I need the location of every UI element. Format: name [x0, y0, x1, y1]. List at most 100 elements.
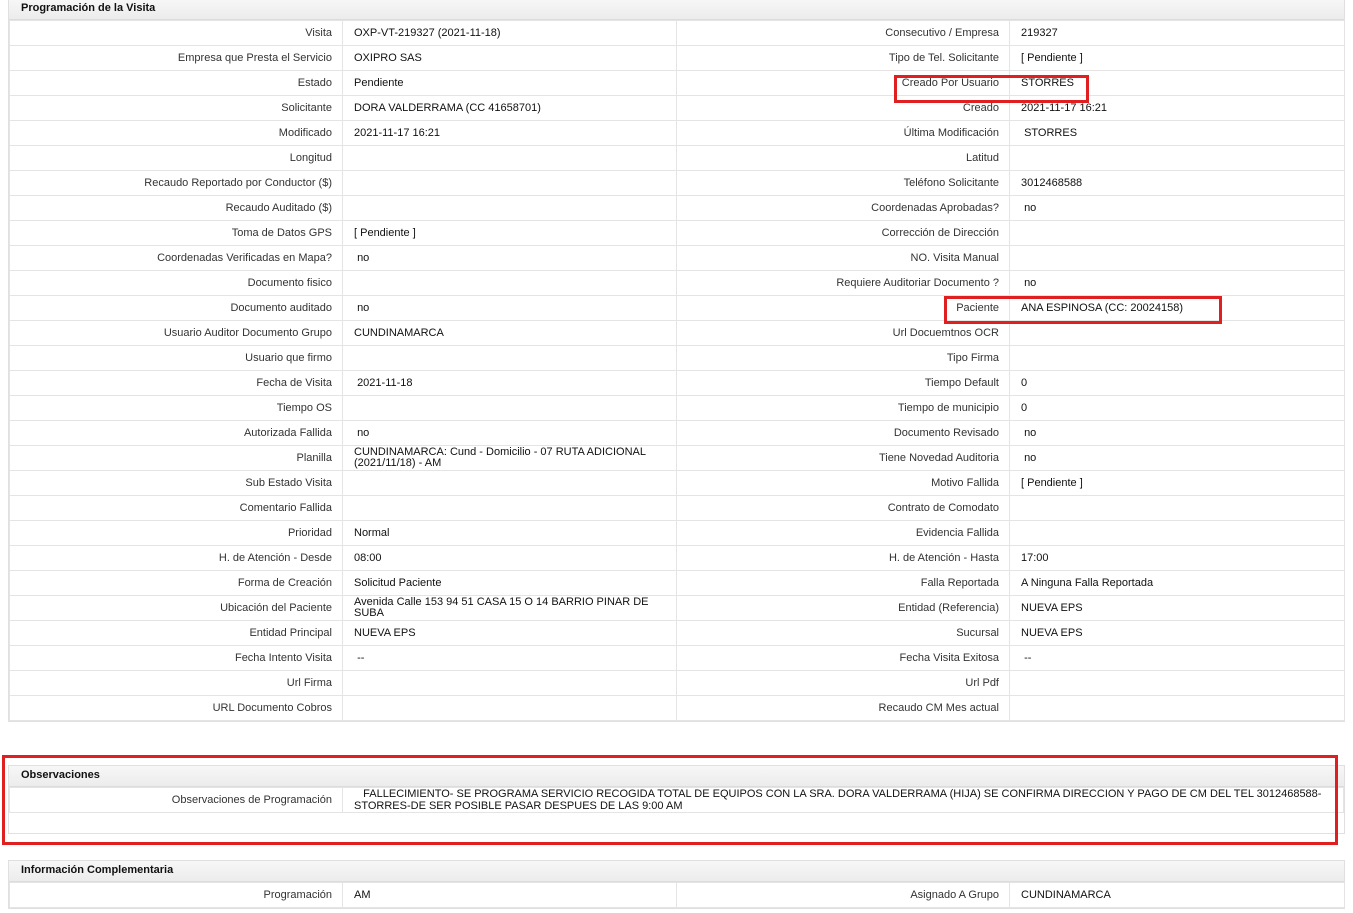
field-value	[342, 345, 677, 371]
table-row: Prioridad Normal Evidencia Fallida	[9, 520, 1345, 546]
observaciones-panel: Observaciones Observaciones de Programac…	[8, 765, 1345, 834]
field-label: Comentario Fallida	[9, 495, 343, 521]
field-label: Contrato de Comodato	[676, 495, 1010, 521]
field-label: Falla Reportada	[676, 570, 1010, 596]
table-row: Fecha Intento Visita -- Fecha Visita Exit…	[9, 645, 1345, 671]
observaciones-label: Observaciones de Programación	[9, 787, 343, 813]
field-value	[342, 145, 677, 171]
field-label: Última Modificación	[676, 120, 1010, 146]
field-value: CUNDINAMARCA	[1009, 882, 1345, 908]
field-value: OXP-VT-219327 (2021-11-18)	[342, 20, 677, 46]
field-value	[1009, 695, 1345, 721]
field-value: 2021-11-18	[342, 370, 677, 396]
field-label: Recaudo Auditado ($)	[9, 195, 343, 221]
field-label: Creado Por Usuario	[676, 70, 1010, 96]
field-label: Tiempo Default	[676, 370, 1010, 396]
field-label: Entidad (Referencia)	[676, 595, 1010, 621]
field-label: Coordenadas Aprobadas?	[676, 195, 1010, 221]
field-label: Recaudo CM Mes actual	[676, 695, 1010, 721]
field-value: Avenida Calle 153 94 51 CASA 15 O 14 BAR…	[342, 595, 677, 621]
field-value: 08:00	[342, 545, 677, 571]
field-label: Sub Estado Visita	[9, 470, 343, 496]
info-complementaria-panel: Información Complementaria Programación A…	[8, 860, 1345, 909]
field-value: [ Pendiente ]	[1009, 470, 1345, 496]
field-value	[342, 670, 677, 696]
field-label: Motivo Fallida	[676, 470, 1010, 496]
field-label: Fecha Intento Visita	[9, 645, 343, 671]
table-row: Recaudo Auditado ($) Coordenadas Aprobada…	[9, 195, 1345, 221]
field-label: Consecutivo / Empresa	[676, 20, 1010, 46]
field-label: Documento Revisado	[676, 420, 1010, 446]
observaciones-value: FALLECIMIENTO- SE PROGRAMA SERVICIO RECO…	[342, 787, 1344, 813]
field-value	[342, 170, 677, 196]
field-label: Tiene Novedad Auditoria	[676, 445, 1010, 471]
field-label: Ubicación del Paciente	[9, 595, 343, 621]
table-row: Longitud Latitud	[9, 145, 1345, 171]
field-value: Pendiente	[342, 70, 677, 96]
field-value: 219327	[1009, 20, 1345, 46]
field-value: 17:00	[1009, 545, 1345, 571]
observaciones-text: FALLECIMIENTO- SE PROGRAMA SERVICIO RECO…	[354, 788, 1325, 812]
table-row: Sub Estado Visita Motivo Fallida[ Pendien…	[9, 470, 1345, 496]
info-complementaria-title: Información Complementaria	[9, 861, 1344, 882]
field-value	[1009, 320, 1345, 346]
field-label: Teléfono Solicitante	[676, 170, 1010, 196]
field-value	[342, 495, 677, 521]
field-label: Requiere Auditoriar Documento ?	[676, 270, 1010, 296]
table-row: Autorizada Fallida no Documento Revisado …	[9, 420, 1345, 446]
table-row: Comentario Fallida Contrato de Comodato	[9, 495, 1345, 521]
field-value: 0	[1009, 370, 1345, 396]
field-value	[342, 470, 677, 496]
observaciones-spacer	[10, 813, 1344, 834]
table-row: Coordenadas Verificadas en Mapa? no NO. V…	[9, 245, 1345, 271]
field-value: [ Pendiente ]	[1009, 45, 1345, 71]
field-label: Usuario que firmo	[9, 345, 343, 371]
field-value	[1009, 520, 1345, 546]
field-value: [ Pendiente ]	[342, 220, 677, 246]
field-value: NUEVA EPS	[1009, 620, 1345, 646]
field-value	[342, 270, 677, 296]
observaciones-title: Observaciones	[9, 766, 1344, 787]
table-row: Recaudo Reportado por Conductor ($) Teléf…	[9, 170, 1345, 196]
field-value: Normal	[342, 520, 677, 546]
field-value	[342, 195, 677, 221]
field-label: Asignado A Grupo	[676, 882, 1010, 908]
field-value: no	[1009, 270, 1345, 296]
field-value: no	[1009, 445, 1345, 471]
field-label: Entidad Principal	[9, 620, 343, 646]
field-label: Tiempo OS	[9, 395, 343, 421]
table-row: URL Documento Cobros Recaudo CM Mes actua…	[9, 695, 1345, 721]
table-row: Planilla CUNDINAMARCA: Cund - Domicilio -…	[9, 445, 1345, 471]
table-row: Usuario Auditor Documento Grupo CUNDINAMA…	[9, 320, 1345, 346]
field-label: Fecha Visita Exitosa	[676, 645, 1010, 671]
field-label: Visita	[9, 20, 343, 46]
field-value	[1009, 245, 1345, 271]
table-row: Forma de Creación Solicitud Paciente Falla…	[9, 570, 1345, 596]
programacion-title: Programación de la Visita	[9, 0, 1344, 20]
field-label: Latitud	[676, 145, 1010, 171]
field-value: CUNDINAMARCA	[342, 320, 677, 346]
field-label: Creado	[676, 95, 1010, 121]
field-value: OXIPRO SAS	[342, 45, 677, 71]
field-label: Tipo de Tel. Solicitante	[676, 45, 1010, 71]
table-row: Programación AM Asignado A Grupo CUNDINAMAR…	[9, 882, 1345, 908]
table-row: Estado Pendiente Creado Por Usuario STORRES	[9, 70, 1345, 96]
field-label: Toma de Datos GPS	[9, 220, 343, 246]
field-value: STORRES	[1009, 70, 1345, 96]
field-label: Coordenadas Verificadas en Mapa?	[9, 245, 343, 271]
field-value	[1009, 145, 1345, 171]
field-label: Fecha de Visita	[9, 370, 343, 396]
table-row: Solicitante DORA VALDERRAMA (CC 41658701)…	[9, 95, 1345, 121]
field-label: Documento auditado	[9, 295, 343, 321]
field-label: Url Firma	[9, 670, 343, 696]
table-row: Fecha de Visita 2021-11-18 Tiempo Default…	[9, 370, 1345, 396]
field-value: --	[1009, 645, 1345, 671]
field-value: ANA ESPINOSA (CC: 20024158)	[1009, 295, 1345, 321]
field-label: Recaudo Reportado por Conductor ($)	[9, 170, 343, 196]
table-row: Toma de Datos GPS[ Pendiente ] Corrección…	[9, 220, 1345, 246]
field-label: H. de Atención - Hasta	[676, 545, 1010, 571]
table-row: Entidad Principal NUEVA EPS Sucursal NUEVA …	[9, 620, 1345, 646]
field-value: --	[342, 645, 677, 671]
table-row: Documento fisico Requiere Auditoriar Docu…	[9, 270, 1345, 296]
field-value: AM	[342, 882, 677, 908]
